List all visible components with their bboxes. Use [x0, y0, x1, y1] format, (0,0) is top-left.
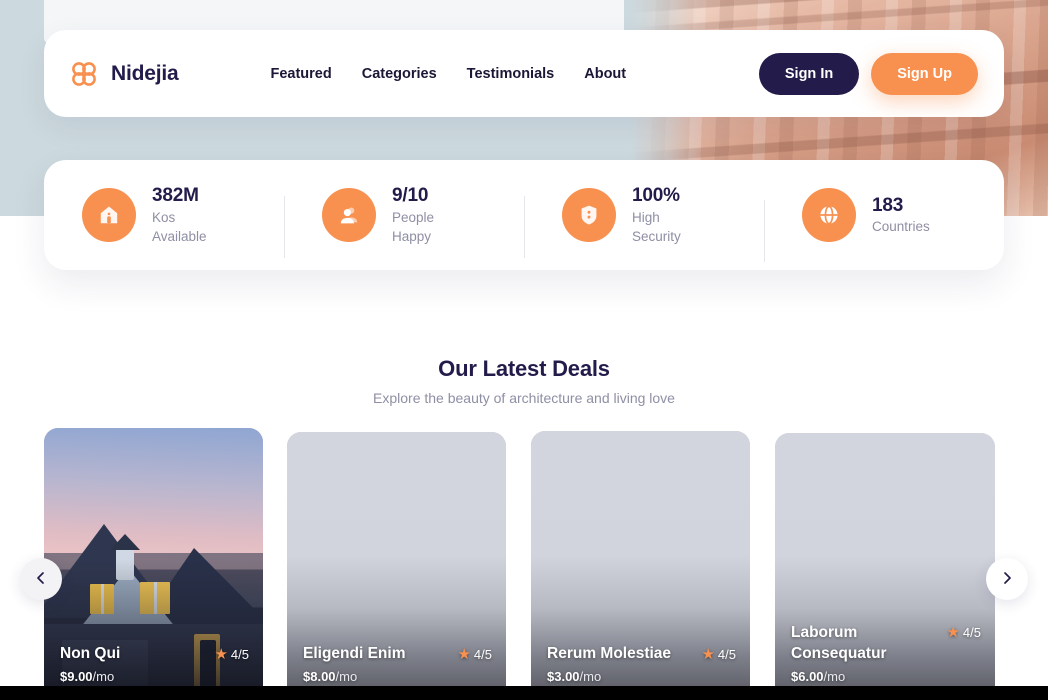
deal-card-title: Non Qui: [60, 644, 121, 662]
deal-card-rating: ★ 4/5: [457, 647, 492, 662]
shield-icon: [562, 188, 616, 242]
stat-label-line2: Available: [152, 228, 207, 244]
deal-card-price-unit: /mo: [92, 669, 115, 684]
deal-card-price-unit: /mo: [579, 669, 602, 684]
stat-value: 382M: [152, 184, 199, 206]
stat-text: 183 Countries: [872, 194, 930, 237]
home-icon: [82, 188, 136, 242]
deal-card[interactable]: Non Qui $9.00/mo ★ 4/5: [44, 428, 263, 700]
deal-card[interactable]: Laborum Consequatur $6.00/mo ★ 4/5: [775, 433, 995, 700]
deal-card-rating-value: 4/5: [473, 647, 492, 662]
star-icon: ★: [701, 646, 715, 663]
stat-countries: 183 Countries: [764, 188, 1004, 262]
footer-letterbox-bar: [0, 686, 1048, 700]
deal-card-body: Eligendi Enim $8.00/mo ★ 4/5: [303, 644, 492, 684]
nav-actions: Sign In Sign Up: [758, 52, 978, 95]
stat-label-line1: People: [392, 209, 435, 225]
nav-link-about[interactable]: About: [584, 66, 626, 82]
clover-logo-icon: [68, 58, 100, 90]
brand-name: Nidejia: [111, 61, 179, 85]
sign-up-button[interactable]: Sign Up: [871, 52, 978, 95]
stat-value: 183: [872, 194, 904, 216]
deal-card-price: $6.00/mo: [791, 669, 906, 684]
people-icon: [322, 188, 376, 242]
brand[interactable]: Nidejia: [68, 58, 179, 90]
deal-card-info: Rerum Molestiae $3.00/mo: [547, 644, 671, 684]
deal-card[interactable]: Eligendi Enim $8.00/mo ★ 4/5: [287, 432, 506, 700]
deal-card-body: Rerum Molestiae $3.00/mo ★ 4/5: [547, 644, 736, 684]
deal-card-body: Non Qui $9.00/mo ★ 4/5: [60, 644, 249, 684]
stat-label-line1: Kos: [152, 209, 176, 225]
deal-card-title: Rerum Molestiae: [547, 644, 672, 662]
deal-card-price-amount: $8.00: [303, 669, 336, 684]
stat-text: 9/10 People Happy: [392, 184, 434, 246]
deal-card-rating-value: 4/5: [230, 647, 249, 662]
globe-icon: [802, 188, 856, 242]
nav-link-categories[interactable]: Categories: [362, 66, 437, 82]
section-subtitle: Explore the beauty of architecture and l…: [373, 390, 675, 406]
navbar: Nidejia Featured Categories Testimonials…: [44, 30, 1004, 117]
stat-text: 382M Kos Available: [152, 184, 207, 246]
deal-card-rating-value: 4/5: [717, 647, 736, 662]
deal-card-info: Non Qui $9.00/mo: [60, 644, 120, 684]
nav-link-featured[interactable]: Featured: [270, 66, 331, 82]
carousel-prev-button[interactable]: [20, 558, 62, 600]
chevron-right-icon: [1000, 571, 1014, 588]
sign-in-button[interactable]: Sign In: [758, 52, 860, 95]
deal-card-rating-value: 4/5: [962, 625, 981, 640]
stat-kos-available: 382M Kos Available: [44, 184, 284, 246]
deal-card-price: $8.00/mo: [303, 669, 405, 684]
deal-card-price-unit: /mo: [335, 669, 358, 684]
stat-value: 9/10: [392, 184, 429, 206]
stat-people-happy: 9/10 People Happy: [284, 184, 524, 259]
deal-card-rating: ★ 4/5: [946, 625, 981, 640]
deal-card-price-amount: $9.00: [60, 669, 93, 684]
stat-label-line2: Security: [632, 228, 681, 244]
deal-card-info: Eligendi Enim $8.00/mo: [303, 644, 405, 684]
stat-label-line1: Countries: [872, 219, 930, 235]
stat-high-security: 100% High Security: [524, 184, 764, 259]
page-root: Nidejia Featured Categories Testimonials…: [0, 0, 1048, 700]
deal-card-price-amount: $6.00: [791, 669, 824, 684]
section-title: Our Latest Deals: [438, 356, 610, 381]
stat-text: 100% High Security: [632, 184, 681, 246]
carousel-next-button[interactable]: [986, 558, 1028, 600]
star-icon: ★: [946, 624, 960, 641]
stat-label-line2: Happy: [392, 228, 432, 244]
deal-card-info: Laborum Consequatur $6.00/mo: [791, 623, 906, 684]
deals-section-header: Our Latest Deals Explore the beauty of a…: [0, 356, 1048, 406]
chevron-left-icon: [34, 571, 48, 588]
star-icon: ★: [457, 646, 471, 663]
nav-links: Featured Categories Testimonials About: [270, 66, 626, 82]
star-icon: ★: [214, 646, 228, 663]
stat-label-line1: High: [632, 209, 660, 225]
deal-card-rating: ★ 4/5: [214, 647, 249, 662]
nav-link-testimonials[interactable]: Testimonials: [467, 66, 555, 82]
deal-card[interactable]: Rerum Molestiae $3.00/mo ★ 4/5: [531, 431, 750, 700]
deals-carousel: Non Qui $9.00/mo ★ 4/5 Eligendi Enim $8.…: [0, 428, 1048, 700]
stat-value: 100%: [632, 184, 680, 206]
deal-card-body: Laborum Consequatur $6.00/mo ★ 4/5: [791, 623, 981, 684]
deal-card-price-unit: /mo: [823, 669, 846, 684]
deal-card-price: $9.00/mo: [60, 669, 120, 684]
stats-bar: 382M Kos Available 9/10 People Happy 100…: [44, 160, 1004, 270]
deal-card-rating: ★ 4/5: [701, 647, 736, 662]
deal-card-price-amount: $3.00: [547, 669, 580, 684]
deal-card-price: $3.00/mo: [547, 669, 671, 684]
deal-card-title: Laborum Consequatur: [791, 624, 887, 662]
deal-card-title: Eligendi Enim: [303, 644, 406, 662]
